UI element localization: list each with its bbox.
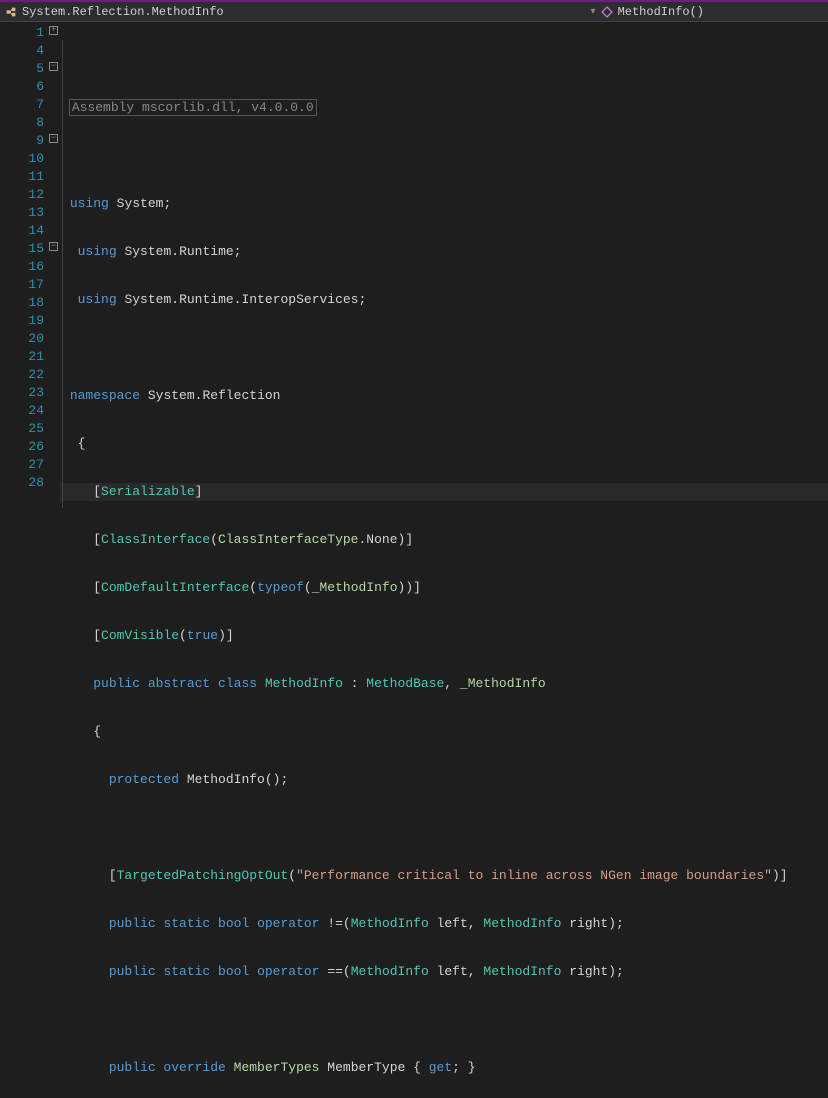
line-number: 10 bbox=[0, 150, 60, 168]
line-number: 17 bbox=[0, 276, 60, 294]
line-number: 22 bbox=[0, 366, 60, 384]
line-number-gutter: 1+45−6789−101112131415−16171819202122232… bbox=[0, 22, 60, 549]
code-line: [Serializable] bbox=[60, 483, 828, 501]
line-number: 14 bbox=[0, 222, 60, 240]
line-number: 12 bbox=[0, 186, 60, 204]
line-number: 19 bbox=[0, 312, 60, 330]
line-number: 13 bbox=[0, 204, 60, 222]
breadcrumb-bar: System.Reflection.MethodInfo ▾ MethodInf… bbox=[0, 0, 828, 22]
code-line: public override MemberTypes MemberType {… bbox=[60, 1059, 828, 1077]
code-line bbox=[60, 819, 828, 837]
line-number: 5− bbox=[0, 60, 60, 78]
chevron-down-icon[interactable]: ▾ bbox=[587, 6, 600, 18]
code-line: public static bool operator !=(MethodInf… bbox=[60, 915, 828, 933]
code-editor[interactable]: 1+45−6789−101112131415−16171819202122232… bbox=[0, 22, 828, 549]
code-line: { bbox=[60, 723, 828, 741]
code-line bbox=[60, 147, 828, 165]
line-number: 1+ bbox=[0, 24, 60, 42]
line-number: 24 bbox=[0, 402, 60, 420]
code-line bbox=[60, 1011, 828, 1029]
line-number: 23 bbox=[0, 384, 60, 402]
fold-collapse-icon[interactable]: − bbox=[49, 62, 58, 71]
line-number: 9− bbox=[0, 132, 60, 150]
line-number: 7 bbox=[0, 96, 60, 114]
class-icon bbox=[4, 5, 18, 19]
code-line: protected MethodInfo(); bbox=[60, 771, 828, 789]
line-number: 26 bbox=[0, 438, 60, 456]
code-line: using System; bbox=[60, 195, 828, 213]
class-path-text: System.Reflection.MethodInfo bbox=[22, 5, 224, 19]
code-line: [ClassInterface(ClassInterfaceType.None)… bbox=[60, 531, 828, 549]
code-line: public static bool operator ==(MethodInf… bbox=[60, 963, 828, 981]
code-area[interactable]: Assembly mscorlib.dll, v4.0.0.0 using Sy… bbox=[60, 22, 828, 549]
member-text: MethodInfo() bbox=[618, 5, 704, 19]
line-number: 27 bbox=[0, 456, 60, 474]
code-line: [ComVisible(true)] bbox=[60, 627, 828, 645]
code-line: namespace System.Reflection bbox=[60, 387, 828, 405]
line-number: 6 bbox=[0, 78, 60, 96]
fold-expand-icon[interactable]: + bbox=[49, 26, 58, 35]
line-number: 20 bbox=[0, 330, 60, 348]
line-number: 16 bbox=[0, 258, 60, 276]
code-line: public abstract class MethodInfo : Metho… bbox=[60, 675, 828, 693]
line-number: 25 bbox=[0, 420, 60, 438]
method-icon bbox=[600, 5, 614, 19]
code-line: [ComDefaultInterface(typeof(_MethodInfo)… bbox=[60, 579, 828, 597]
line-number: 11 bbox=[0, 168, 60, 186]
code-line: [TargetedPatchingOptOut("Performance cri… bbox=[60, 867, 828, 885]
code-line: { bbox=[60, 435, 828, 453]
fold-collapse-icon[interactable]: − bbox=[49, 242, 58, 251]
line-number: 21 bbox=[0, 348, 60, 366]
outline-guide bbox=[62, 40, 63, 58]
code-line: Assembly mscorlib.dll, v4.0.0.0 bbox=[60, 99, 828, 117]
code-line: using System.Runtime; bbox=[60, 243, 828, 261]
fold-collapse-icon[interactable]: − bbox=[49, 134, 58, 143]
breadcrumb-class[interactable]: System.Reflection.MethodInfo bbox=[4, 5, 587, 19]
outline-guide bbox=[62, 58, 63, 508]
code-line bbox=[60, 339, 828, 357]
line-number: 15− bbox=[0, 240, 60, 258]
line-number: 28 bbox=[0, 474, 60, 492]
line-number: 4 bbox=[0, 42, 60, 60]
code-line: using System.Runtime.InteropServices; bbox=[60, 291, 828, 309]
line-number: 18 bbox=[0, 294, 60, 312]
breadcrumb-member[interactable]: MethodInfo() bbox=[600, 5, 824, 19]
line-number: 8 bbox=[0, 114, 60, 132]
